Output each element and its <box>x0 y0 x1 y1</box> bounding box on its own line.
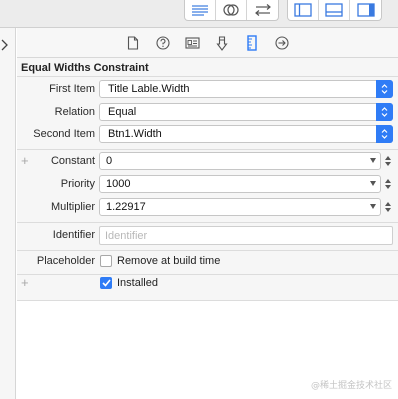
inspector-empty-area: @稀土掘金技术社区 <box>17 300 398 399</box>
constant-label: Constant <box>50 155 95 167</box>
second-item-popup[interactable]: Btn1.Width <box>99 125 393 143</box>
window-toolbar <box>0 0 398 28</box>
section-divider <box>17 222 398 223</box>
first-item-popup[interactable]: Title Lable.Width <box>99 80 393 98</box>
attributes-inspector-icon <box>216 35 228 51</box>
connections-inspector-icon <box>275 36 289 50</box>
tab-identity-inspector[interactable] <box>184 35 200 51</box>
second-item-value: Btn1.Width <box>108 128 162 140</box>
navigator-toggle-icon <box>294 3 312 17</box>
relation-value: Equal <box>108 106 137 118</box>
identifier-text-input[interactable] <box>100 227 392 244</box>
editor-version-button[interactable] <box>247 0 278 20</box>
installed-checkbox[interactable] <box>100 277 112 289</box>
tab-connections-inspector[interactable] <box>274 35 290 51</box>
dropdown-arrow-icon[interactable] <box>370 181 376 186</box>
view-toggle-control <box>287 0 382 21</box>
second-item-label: Second Item <box>33 128 95 140</box>
remove-at-build-label: Remove at build time <box>117 255 221 267</box>
chevron-right-icon[interactable] <box>0 38 10 52</box>
dropdown-arrow-icon[interactable] <box>370 158 376 163</box>
identity-inspector-icon <box>184 37 200 49</box>
relation-label: Relation <box>54 106 95 118</box>
quick-help-icon <box>156 36 170 50</box>
priority-stepper[interactable] <box>383 175 393 193</box>
debug-area-toggle-button[interactable] <box>319 0 350 20</box>
chevron-updown-icon <box>376 103 393 121</box>
left-gutter <box>0 28 16 399</box>
chevron-updown-icon <box>376 125 393 143</box>
file-inspector-icon <box>127 36 139 50</box>
relation-popup[interactable]: Equal <box>99 103 393 121</box>
watermark-text: @稀土掘金技术社区 <box>310 381 392 391</box>
editor-standard-button[interactable] <box>185 0 216 20</box>
size-inspector-icon <box>247 35 257 51</box>
placeholder-label: Placeholder <box>36 255 95 267</box>
constant-field[interactable]: 0 <box>99 152 381 170</box>
editor-standard-icon <box>192 5 208 16</box>
checkmark-icon <box>101 279 111 287</box>
section-divider <box>17 274 398 275</box>
utilities-toggle-icon <box>356 3 375 17</box>
navigator-toggle-button[interactable] <box>288 0 319 20</box>
debug-area-toggle-icon <box>325 3 343 17</box>
inspector-tab-bar <box>17 28 398 58</box>
multiplier-field[interactable]: 1.22917 <box>99 198 381 216</box>
tab-file-inspector[interactable] <box>125 35 141 51</box>
editor-version-icon <box>254 4 271 16</box>
multiplier-value: 1.22917 <box>106 201 146 213</box>
utilities-toggle-button[interactable] <box>350 0 381 20</box>
tab-quick-help[interactable] <box>155 35 171 51</box>
section-divider <box>17 76 398 77</box>
first-item-value: Title Lable.Width <box>108 83 190 95</box>
constant-stepper[interactable] <box>383 152 393 170</box>
editor-assistant-button[interactable] <box>216 0 247 20</box>
tab-size-inspector[interactable] <box>244 35 260 51</box>
editor-mode-control <box>184 0 279 21</box>
remove-at-build-checkbox[interactable] <box>100 255 112 267</box>
add-variation-plus-icon[interactable]: + <box>21 276 31 289</box>
section-title: Equal Widths Constraint <box>21 62 149 74</box>
priority-value: 1000 <box>106 178 131 190</box>
installed-label: Installed <box>117 277 158 289</box>
tab-attributes-inspector[interactable] <box>214 35 230 51</box>
constant-value: 0 <box>106 155 113 167</box>
multiplier-stepper[interactable] <box>383 198 393 216</box>
priority-label: Priority <box>60 178 95 190</box>
identifier-label: Identifier <box>52 229 95 241</box>
section-divider <box>17 149 398 150</box>
chevron-updown-icon <box>376 80 393 98</box>
first-item-label: First Item <box>49 83 95 95</box>
identifier-input[interactable] <box>99 226 393 245</box>
priority-field[interactable]: 1000 <box>99 175 381 193</box>
multiplier-label: Multiplier <box>50 201 95 213</box>
section-divider <box>17 250 398 251</box>
dropdown-arrow-icon[interactable] <box>370 204 376 209</box>
editor-assistant-icon <box>223 4 239 16</box>
